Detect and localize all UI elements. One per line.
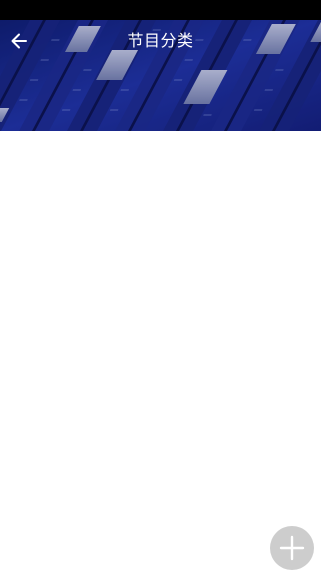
status-bar (0, 0, 321, 20)
header-bar: 节目分类 (0, 20, 321, 131)
page-title: 节目分类 (127, 31, 194, 50)
category-list-area (0, 131, 321, 572)
add-button[interactable] (270, 526, 314, 570)
plus-icon (279, 535, 305, 561)
